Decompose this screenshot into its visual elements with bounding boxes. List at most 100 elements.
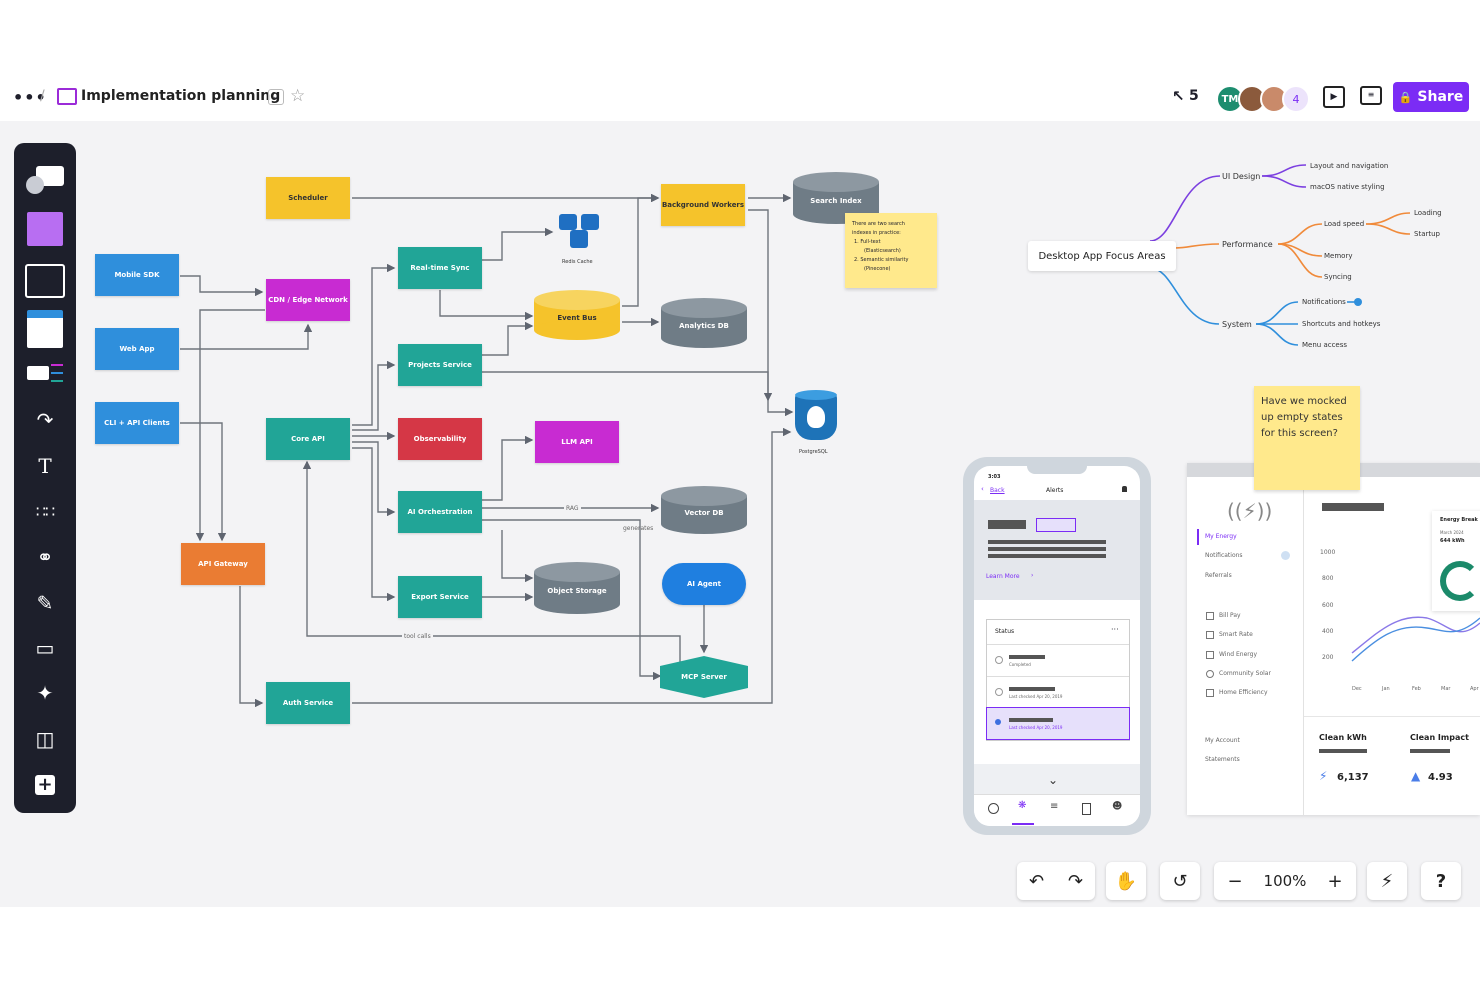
- status-row[interactable]: Completed: [987, 644, 1129, 675]
- tool-item[interactable]: Home Efficiency: [1219, 689, 1268, 696]
- donut-chart: [1440, 561, 1480, 601]
- mind-map-node[interactable]: Loading: [1414, 209, 1442, 217]
- card-value: 644 kWh: [1440, 538, 1465, 544]
- x-tick: Dec: [1352, 686, 1362, 692]
- lightning-icon: ⚡: [1380, 870, 1394, 892]
- clean-impact-value: 4.93: [1428, 772, 1453, 783]
- y-tick: 200: [1322, 654, 1334, 661]
- mind-map-node[interactable]: UI Design: [1222, 172, 1260, 181]
- tool-icon: [1206, 670, 1214, 678]
- clean-kwh-label: Clean kWh: [1319, 733, 1367, 742]
- tool-item[interactable]: Smart Rate: [1219, 631, 1253, 638]
- status-row-selected[interactable]: Last checked Apr 20, 2019: [986, 707, 1130, 740]
- zoom-level[interactable]: 100%: [1254, 872, 1316, 890]
- mind-map-node[interactable]: Notifications: [1302, 298, 1346, 306]
- status-card: Status ··· Completed Last checked Apr 20…: [986, 619, 1130, 741]
- learn-more-chevron-icon: ›: [1031, 572, 1034, 579]
- y-tick: 400: [1322, 628, 1334, 635]
- chevron-down-icon[interactable]: ⌄: [1048, 773, 1058, 787]
- redo-icon[interactable]: ↷: [1056, 871, 1095, 892]
- learn-more-link[interactable]: Learn More: [986, 573, 1020, 580]
- mind-map-root-label: Desktop App Focus Areas: [1038, 250, 1166, 262]
- clean-impact-label: Clean Impact: [1410, 733, 1469, 742]
- dashboard-sidebar: ((⚡)) My Energy Notifications Referrals …: [1187, 477, 1304, 815]
- energy-break-card[interactable]: Energy Break March 2024 644 kWh: [1432, 511, 1480, 611]
- nav-item[interactable]: Referrals: [1205, 572, 1232, 579]
- energy-tab-icon[interactable]: ❋: [1018, 800, 1026, 811]
- bill-tab-icon[interactable]: [1082, 803, 1091, 815]
- mind-map-root[interactable]: Desktop App Focus Areas: [1028, 241, 1176, 271]
- zoom-controls: − 100% +: [1214, 862, 1356, 900]
- profile-tab-icon[interactable]: ☻: [1112, 801, 1122, 812]
- tool-item[interactable]: Community Solar: [1219, 670, 1271, 677]
- tool-icon: [1206, 651, 1214, 659]
- hand-icon: ✋: [1114, 870, 1138, 892]
- nav-item[interactable]: Notifications: [1205, 552, 1243, 559]
- list-tab-icon[interactable]: ≡: [1050, 801, 1058, 812]
- tool-item[interactable]: Bill Pay: [1219, 612, 1241, 619]
- status-row[interactable]: Last checked Apr 20, 2019: [987, 676, 1129, 707]
- mind-map-node[interactable]: Performance: [1222, 240, 1273, 249]
- mind-map-node[interactable]: Layout and navigation: [1310, 162, 1388, 170]
- y-tick: 800: [1322, 575, 1334, 582]
- mind-map-node[interactable]: Shortcuts and hotkeys: [1302, 320, 1380, 328]
- empty-states-sticky-note[interactable]: Have we mocked up empty states for this …: [1254, 386, 1360, 490]
- nav-active-indicator: [1197, 529, 1199, 545]
- dashboard-frame[interactable]: ((⚡)) My Energy Notifications Referrals …: [1187, 463, 1480, 815]
- mind-map-node[interactable]: System: [1222, 320, 1252, 329]
- phone-screen: 3:03 ‹ Back Alerts Learn More › Status ·…: [974, 466, 1140, 826]
- phone-tab-bar: ❋ ≡ ☻: [974, 794, 1140, 826]
- status-row-sub: Completed: [1009, 662, 1031, 667]
- tool-icon: [1206, 631, 1214, 639]
- sticky-note-text: Have we mocked up empty states for this …: [1261, 396, 1347, 439]
- status-row-sub: Last checked Apr 20, 2019: [1009, 694, 1063, 699]
- bell-icon[interactable]: [1122, 486, 1127, 492]
- account-item[interactable]: Statements: [1205, 756, 1240, 763]
- stats-divider: [1304, 716, 1480, 717]
- phone-time: 3:03: [988, 474, 1001, 480]
- undo-icon[interactable]: ↶: [1017, 871, 1056, 892]
- phone-hero: Learn More ›: [974, 500, 1140, 600]
- tool-item[interactable]: Wind Energy: [1219, 651, 1257, 658]
- phone-frame[interactable]: 3:03 ‹ Back Alerts Learn More › Status ·…: [963, 457, 1151, 835]
- home-tab-icon[interactable]: [988, 803, 999, 814]
- status-row-sub: Last checked Apr 20, 2019: [1009, 725, 1063, 730]
- zoom-in-icon[interactable]: +: [1316, 871, 1354, 892]
- notification-dot: [1354, 298, 1362, 306]
- zoom-out-icon[interactable]: −: [1216, 871, 1254, 892]
- y-tick: 600: [1322, 602, 1334, 609]
- more-icon[interactable]: ···: [1111, 625, 1119, 634]
- y-tick: 1000: [1320, 549, 1336, 556]
- tool-icon: [1206, 612, 1214, 620]
- mind-map-node[interactable]: Startup: [1414, 230, 1440, 238]
- help-button[interactable]: ?: [1421, 862, 1461, 900]
- clean-impact-placeholder: [1410, 749, 1450, 753]
- page-bottom-margin: [0, 907, 1480, 987]
- help-label: ?: [1435, 870, 1447, 892]
- x-tick: Mar: [1441, 686, 1451, 692]
- energy-logo-icon: ((⚡)): [1227, 499, 1273, 523]
- hand-tool-button[interactable]: ✋: [1106, 862, 1146, 900]
- history-button[interactable]: ↺: [1160, 862, 1200, 900]
- mind-map-node[interactable]: Menu access: [1302, 341, 1347, 349]
- tool-icon: [1206, 689, 1214, 697]
- bolt-icon: ⚡: [1319, 769, 1328, 783]
- x-tick: Jan: [1382, 686, 1390, 692]
- mind-map-node[interactable]: Load speed: [1324, 220, 1364, 228]
- mind-map-node[interactable]: macOS native styling: [1310, 183, 1385, 191]
- card-date: March 2024: [1440, 530, 1464, 535]
- back-chevron-icon[interactable]: ‹: [981, 485, 984, 493]
- phone-title: Alerts: [1046, 487, 1064, 494]
- mind-map-node[interactable]: Memory: [1324, 252, 1352, 260]
- tree-icon: ▲: [1411, 769, 1421, 783]
- clean-kwh-value: 6,137: [1337, 772, 1369, 783]
- account-item[interactable]: My Account: [1205, 737, 1240, 744]
- x-tick: Feb: [1412, 686, 1421, 692]
- status-title: Status: [995, 628, 1015, 635]
- active-tab-indicator: [1012, 823, 1034, 825]
- mind-map-node[interactable]: Syncing: [1324, 273, 1352, 281]
- phone-back-link[interactable]: Back: [990, 487, 1005, 494]
- undo-redo-group: ↶ ↷: [1017, 862, 1095, 900]
- quick-actions-button[interactable]: ⚡: [1367, 862, 1407, 900]
- nav-item[interactable]: My Energy: [1205, 533, 1237, 540]
